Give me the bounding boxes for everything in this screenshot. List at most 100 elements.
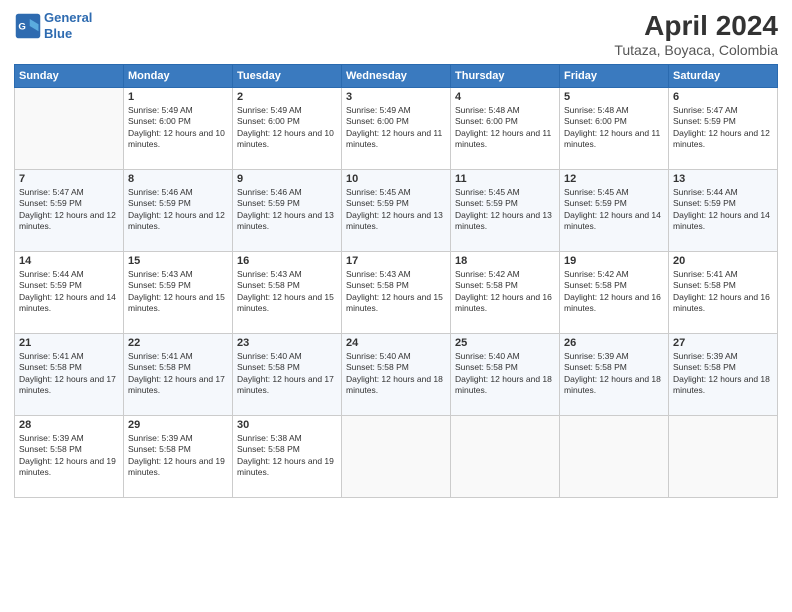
calendar-table: Sunday Monday Tuesday Wednesday Thursday… — [14, 64, 778, 498]
day-number: 1 — [128, 91, 228, 103]
page: G General Blue April 2024 Tutaza, Boyaca… — [0, 0, 792, 612]
day-detail: Sunrise: 5:39 AMSunset: 5:58 PMDaylight:… — [673, 351, 773, 397]
day-number: 13 — [673, 173, 773, 185]
calendar-cell: 19Sunrise: 5:42 AMSunset: 5:58 PMDayligh… — [560, 252, 669, 334]
day-number: 30 — [237, 419, 337, 431]
location-title: Tutaza, Boyaca, Colombia — [614, 42, 778, 58]
day-detail: Sunrise: 5:39 AMSunset: 5:58 PMDaylight:… — [564, 351, 664, 397]
logo: G General Blue — [14, 10, 92, 41]
calendar-cell: 7Sunrise: 5:47 AMSunset: 5:59 PMDaylight… — [15, 170, 124, 252]
svg-text:G: G — [18, 21, 25, 32]
day-detail: Sunrise: 5:43 AMSunset: 5:59 PMDaylight:… — [128, 269, 228, 315]
calendar-cell: 22 Sunrise: 5:41 AMSunset: 5:58 PMDayligh… — [124, 334, 233, 416]
day-detail: Sunrise: 5:40 AMSunset: 5:58 PMDaylight:… — [237, 351, 337, 397]
day-detail: Sunrise: 5:45 AMSunset: 5:59 PMDaylight:… — [455, 187, 555, 233]
calendar-cell: 28Sunrise: 5:39 AMSunset: 5:58 PMDayligh… — [15, 416, 124, 498]
day-number: 6 — [673, 91, 773, 103]
header-monday: Monday — [124, 65, 233, 88]
header-saturday: Saturday — [669, 65, 778, 88]
day-number: 2 — [237, 91, 337, 103]
calendar-cell — [342, 416, 451, 498]
month-title: April 2024 — [614, 10, 778, 42]
logo-line1: General — [44, 10, 92, 25]
header-thursday: Thursday — [451, 65, 560, 88]
calendar-cell — [669, 416, 778, 498]
day-number: 3 — [346, 91, 446, 103]
calendar-cell — [451, 416, 560, 498]
calendar-cell: 17 Sunrise: 5:43 AMSunset: 5:58 PMDayligh… — [342, 252, 451, 334]
week-row-1: 7Sunrise: 5:47 AMSunset: 5:59 PMDaylight… — [15, 170, 778, 252]
header: G General Blue April 2024 Tutaza, Boyaca… — [14, 10, 778, 58]
week-row-4: 28Sunrise: 5:39 AMSunset: 5:58 PMDayligh… — [15, 416, 778, 498]
day-detail: Sunrise: 5:38 AMSunset: 5:58 PMDaylight:… — [237, 433, 337, 479]
calendar-cell: 24 Sunrise: 5:40 AMSunset: 5:58 PMDayligh… — [342, 334, 451, 416]
calendar-cell: 29Sunrise: 5:39 AMSunset: 5:58 PMDayligh… — [124, 416, 233, 498]
day-detail: Sunrise: 5:42 AMSunset: 5:58 PMDaylight:… — [455, 269, 555, 315]
calendar-cell: 5Sunrise: 5:48 AMSunset: 6:00 PMDaylight… — [560, 88, 669, 170]
day-number: 15 — [128, 255, 228, 267]
day-number: 5 — [564, 91, 664, 103]
day-number: 25 — [455, 337, 555, 349]
day-number: 22 — [128, 337, 228, 349]
calendar-cell: 8Sunrise: 5:46 AMSunset: 5:59 PMDaylight… — [124, 170, 233, 252]
week-row-0: 1 Sunrise: 5:49 AMSunset: 6:00 PMDaylight… — [15, 88, 778, 170]
logo-line2: Blue — [44, 26, 72, 41]
day-detail: Sunrise: 5:41 AMSunset: 5:58 PMDaylight:… — [19, 351, 119, 397]
day-number: 4 — [455, 91, 555, 103]
day-detail: Sunrise: 5:41 AMSunset: 5:58 PMDaylight:… — [128, 351, 228, 397]
calendar-cell: 25 Sunrise: 5:40 AMSunset: 5:58 PMDayligh… — [451, 334, 560, 416]
day-detail: Sunrise: 5:44 AMSunset: 5:59 PMDaylight:… — [673, 187, 773, 233]
day-number: 24 — [346, 337, 446, 349]
day-detail: Sunrise: 5:49 AMSunset: 6:00 PMDaylight:… — [346, 105, 446, 151]
title-area: April 2024 Tutaza, Boyaca, Colombia — [614, 10, 778, 58]
day-detail: Sunrise: 5:41 AMSunset: 5:58 PMDaylight:… — [673, 269, 773, 315]
day-number: 14 — [19, 255, 119, 267]
calendar-cell: 4 Sunrise: 5:48 AMSunset: 6:00 PMDaylight… — [451, 88, 560, 170]
calendar-cell: 27Sunrise: 5:39 AMSunset: 5:58 PMDayligh… — [669, 334, 778, 416]
day-number: 12 — [564, 173, 664, 185]
calendar-cell: 16 Sunrise: 5:43 AMSunset: 5:58 PMDayligh… — [233, 252, 342, 334]
calendar-cell: 1Sunrise: 5:49 AMSunset: 6:00 PMDaylight… — [124, 88, 233, 170]
day-detail: Sunrise: 5:40 AMSunset: 5:58 PMDaylight:… — [455, 351, 555, 397]
day-number: 16 — [237, 255, 337, 267]
calendar-cell: 9Sunrise: 5:46 AMSunset: 5:59 PMDaylight… — [233, 170, 342, 252]
calendar-cell: 26Sunrise: 5:39 AMSunset: 5:58 PMDayligh… — [560, 334, 669, 416]
logo-text: General Blue — [44, 10, 92, 41]
calendar-cell: 15 Sunrise: 5:43 AMSunset: 5:59 PMDayligh… — [124, 252, 233, 334]
day-detail: Sunrise: 5:40 AMSunset: 5:58 PMDaylight:… — [346, 351, 446, 397]
calendar-cell: 3 Sunrise: 5:49 AMSunset: 6:00 PMDaylight… — [342, 88, 451, 170]
day-number: 28 — [19, 419, 119, 431]
calendar-cell: 10 Sunrise: 5:45 AMSunset: 5:59 PMDayligh… — [342, 170, 451, 252]
day-detail: Sunrise: 5:43 AMSunset: 5:58 PMDaylight:… — [346, 269, 446, 315]
header-sunday: Sunday — [15, 65, 124, 88]
day-number: 23 — [237, 337, 337, 349]
day-detail: Sunrise: 5:42 AMSunset: 5:58 PMDaylight:… — [564, 269, 664, 315]
day-detail: Sunrise: 5:45 AMSunset: 5:59 PMDaylight:… — [346, 187, 446, 233]
header-tuesday: Tuesday — [233, 65, 342, 88]
day-detail: Sunrise: 5:45 AMSunset: 5:59 PMDaylight:… — [564, 187, 664, 233]
calendar-cell: 21Sunrise: 5:41 AMSunset: 5:58 PMDayligh… — [15, 334, 124, 416]
header-wednesday: Wednesday — [342, 65, 451, 88]
day-detail: Sunrise: 5:43 AMSunset: 5:58 PMDaylight:… — [237, 269, 337, 315]
day-number: 10 — [346, 173, 446, 185]
calendar-cell: 2Sunrise: 5:49 AMSunset: 6:00 PMDaylight… — [233, 88, 342, 170]
day-number: 18 — [455, 255, 555, 267]
header-friday: Friday — [560, 65, 669, 88]
calendar-cell: 11 Sunrise: 5:45 AMSunset: 5:59 PMDayligh… — [451, 170, 560, 252]
calendar-cell: 12 Sunrise: 5:45 AMSunset: 5:59 PMDayligh… — [560, 170, 669, 252]
week-row-3: 21Sunrise: 5:41 AMSunset: 5:58 PMDayligh… — [15, 334, 778, 416]
calendar-cell: 14Sunrise: 5:44 AMSunset: 5:59 PMDayligh… — [15, 252, 124, 334]
weekday-header-row: Sunday Monday Tuesday Wednesday Thursday… — [15, 65, 778, 88]
calendar-cell: 20 Sunrise: 5:41 AMSunset: 5:58 PMDayligh… — [669, 252, 778, 334]
calendar-cell — [560, 416, 669, 498]
week-row-2: 14Sunrise: 5:44 AMSunset: 5:59 PMDayligh… — [15, 252, 778, 334]
day-detail: Sunrise: 5:47 AMSunset: 5:59 PMDaylight:… — [673, 105, 773, 151]
day-detail: Sunrise: 5:47 AMSunset: 5:59 PMDaylight:… — [19, 187, 119, 233]
day-number: 8 — [128, 173, 228, 185]
calendar-cell: 6 Sunrise: 5:47 AMSunset: 5:59 PMDaylight… — [669, 88, 778, 170]
logo-icon: G — [14, 12, 42, 40]
day-detail: Sunrise: 5:48 AMSunset: 6:00 PMDaylight:… — [455, 105, 555, 151]
day-number: 20 — [673, 255, 773, 267]
day-number: 17 — [346, 255, 446, 267]
day-number: 11 — [455, 173, 555, 185]
